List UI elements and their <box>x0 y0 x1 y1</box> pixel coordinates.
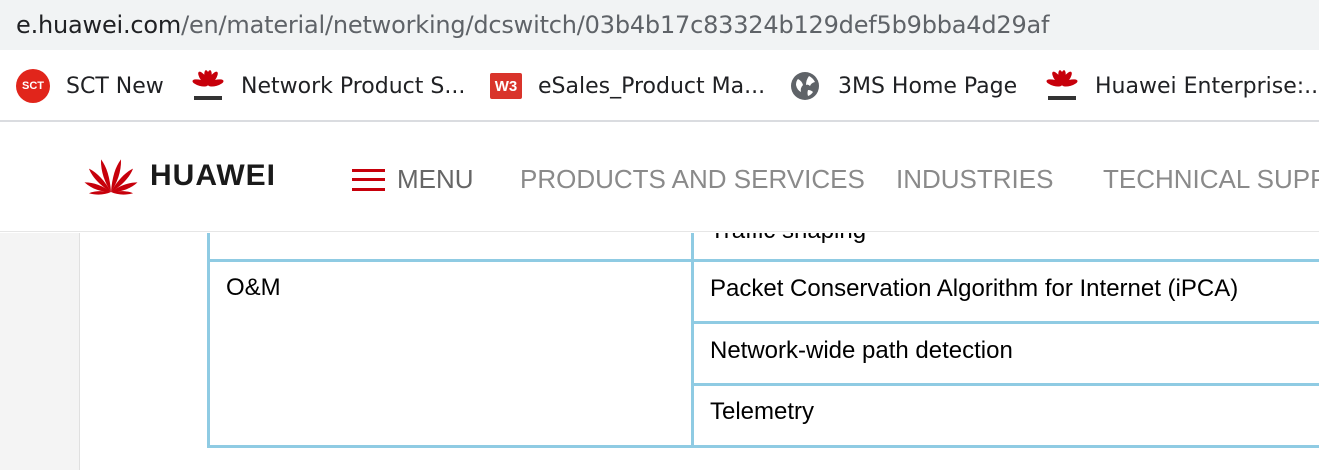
table-cell-category: O&M <box>226 274 281 301</box>
bookmark-label: SCT New <box>66 73 164 99</box>
bookmark-label: Huawei Enterprise:... <box>1095 73 1319 99</box>
address-bar[interactable]: e.huawei.com/en/material/networking/dcsw… <box>0 0 1319 50</box>
url-domain: e.huawei.com <box>16 11 182 39</box>
w3-icon: W3 <box>490 73 522 99</box>
bookmark-network-product[interactable]: Network Product S... <box>191 50 465 122</box>
globe-icon <box>788 69 822 103</box>
url-path: /en/material/networking/dcswitch/03b4b17… <box>181 11 1050 39</box>
table-cell-feature: Network-wide path detection <box>710 337 1013 364</box>
bookmark-label: eSales_Product Ma... <box>538 73 766 99</box>
main-content: Traffic shaping O&M Packet Conservation … <box>0 233 1319 470</box>
table-row-divider <box>207 259 1319 262</box>
bookmark-3ms-home[interactable]: 3MS Home Page <box>788 50 1017 122</box>
huawei-flower-icon <box>84 159 138 195</box>
bookmarks-bar: SCT SCT New Network Product S... W3 eSal… <box>0 50 1319 122</box>
huawei-icon <box>1045 69 1079 103</box>
left-gutter <box>0 233 80 470</box>
nav-products-and-services[interactable]: PRODUCTS AND SERVICES <box>520 164 865 195</box>
sct-icon: SCT <box>16 69 50 103</box>
huawei-icon <box>191 69 225 103</box>
logo-text: HUAWEI <box>150 159 276 192</box>
table-border-left <box>207 233 210 448</box>
nav-industries[interactable]: INDUSTRIES <box>896 164 1053 195</box>
bookmark-esales[interactable]: W3 eSales_Product Ma... <box>490 50 765 122</box>
menu-label: MENU <box>397 164 474 194</box>
huawei-logo[interactable]: HUAWEI <box>80 152 276 200</box>
bookmark-sct-new[interactable]: SCT SCT New <box>16 50 164 122</box>
menu-button[interactable]: MENU <box>352 164 474 195</box>
bookmark-label: 3MS Home Page <box>838 73 1018 99</box>
table-row-divider <box>691 321 1319 324</box>
table-cell-feature: Packet Conservation Algorithm for Intern… <box>710 275 1239 302</box>
table-cell-feature: Telemetry <box>710 398 815 425</box>
table-column-divider <box>691 233 694 448</box>
nav-technical-support[interactable]: TECHNICAL SUPPO <box>1103 164 1319 195</box>
hamburger-icon <box>352 168 385 191</box>
site-header: HUAWEI MENU PRODUCTS AND SERVICES INDUST… <box>0 124 1319 232</box>
bookmark-label: Network Product S... <box>241 73 466 99</box>
table-border-bottom <box>207 445 1319 448</box>
table-row-divider <box>691 383 1319 386</box>
bookmark-huawei-enterprise[interactable]: Huawei Enterprise:... <box>1045 50 1319 122</box>
table-cell-feature-partial: Traffic shaping <box>710 233 866 245</box>
